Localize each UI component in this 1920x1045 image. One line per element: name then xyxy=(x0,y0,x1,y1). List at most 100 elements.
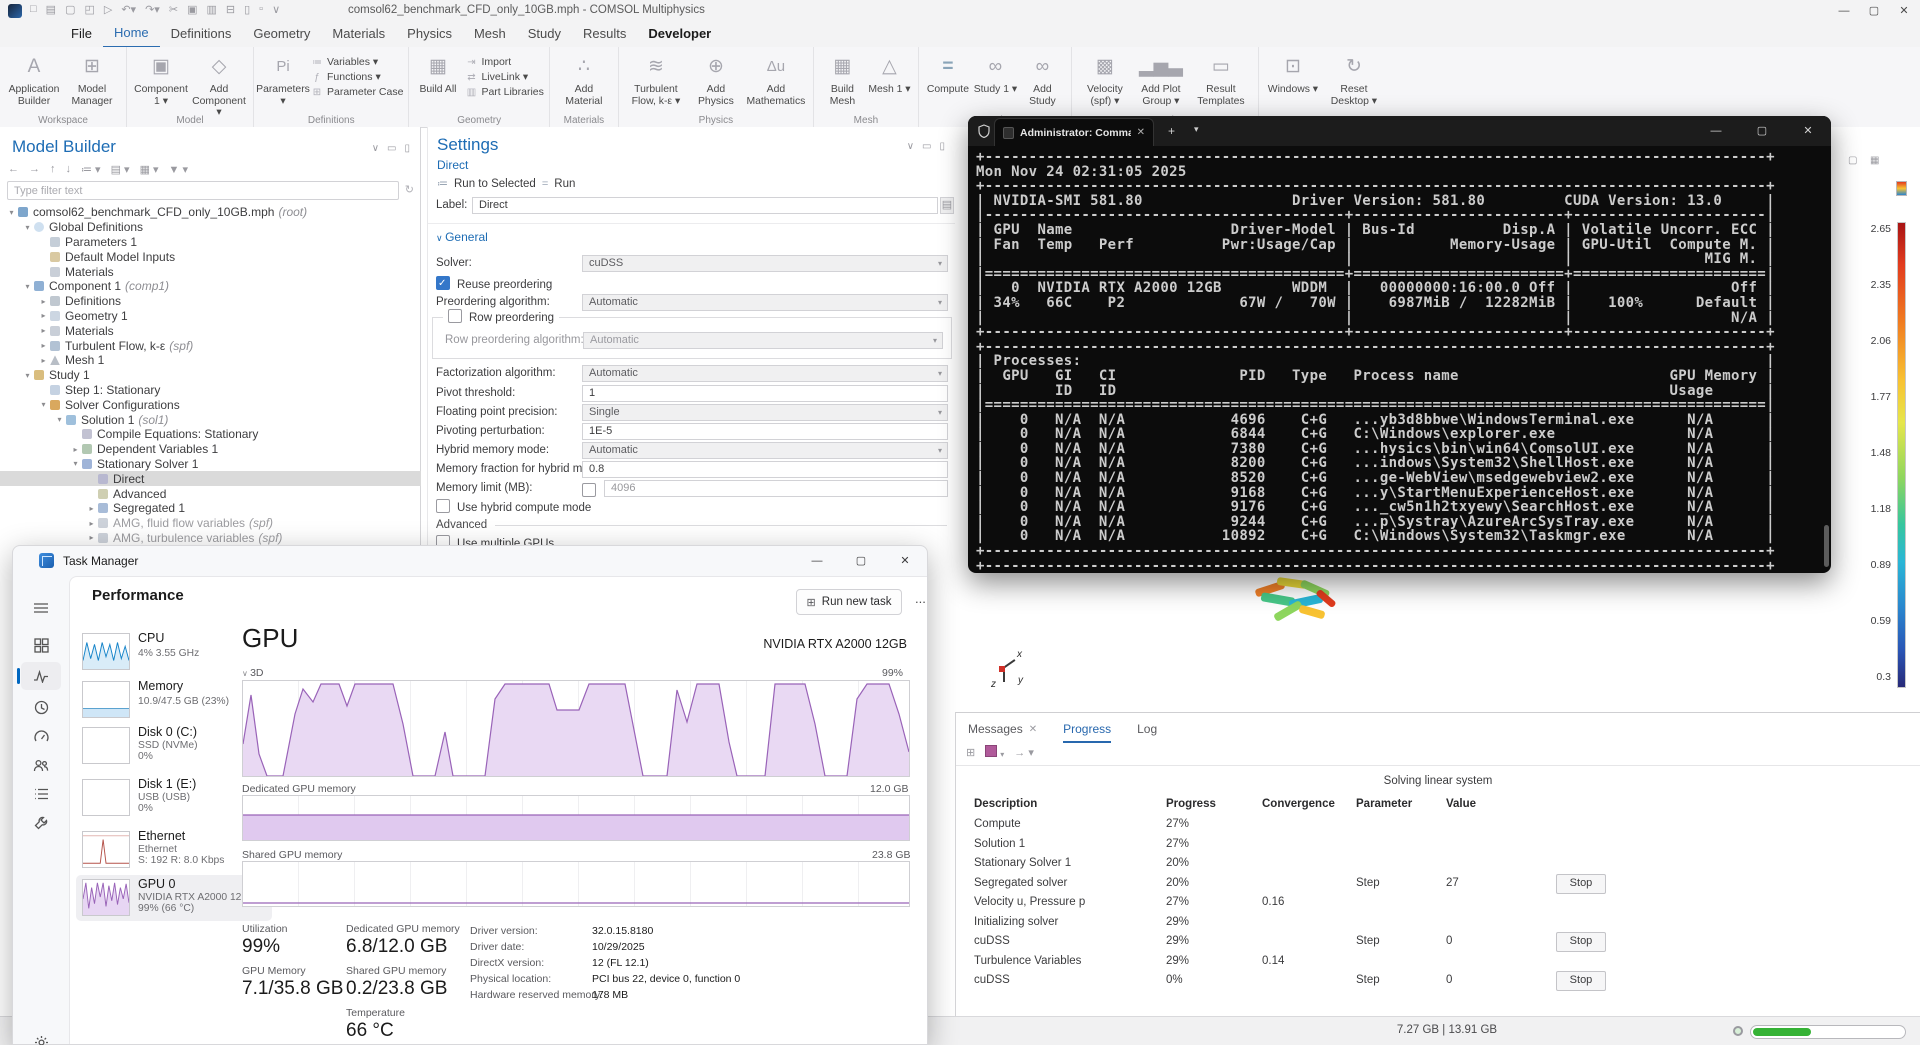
model-manager-button[interactable]: Model Manager xyxy=(63,51,121,107)
minimize-button[interactable] xyxy=(1830,0,1858,22)
task-manager-titlebar[interactable]: Task Manager xyxy=(13,546,927,576)
show-options-icon[interactable] xyxy=(81,163,101,176)
section-general[interactable]: General xyxy=(436,229,488,246)
tree-item-step-1-stationary[interactable]: Step 1: Stationary xyxy=(0,383,421,398)
memory-fraction-input[interactable]: 0.8 xyxy=(582,461,948,478)
run-to-selected-button[interactable]: Run to Selected xyxy=(454,178,536,190)
tree-filter-input[interactable] xyxy=(7,181,399,200)
windows-button[interactable]: Windows ▾ xyxy=(1264,51,1322,96)
filter-icon[interactable] xyxy=(169,163,188,176)
move-down-icon[interactable] xyxy=(66,163,72,176)
save-icon[interactable] xyxy=(65,3,75,16)
tree-item-solution-1[interactable]: Solution 1(sol1) xyxy=(0,412,421,427)
tree-item-direct[interactable]: Direct xyxy=(0,471,421,487)
terminal-maximize-button[interactable] xyxy=(1739,116,1785,146)
factorization-algorithm-dropdown[interactable]: Automatic xyxy=(582,365,948,382)
graphics-toolbar-icon-1[interactable] xyxy=(1848,155,1857,166)
use-hybrid-compute-checkbox[interactable]: Use hybrid compute mode xyxy=(436,499,591,516)
mesh-1-button[interactable]: Mesh 1 ▾ xyxy=(866,51,913,96)
hybrid-memory-mode-dropdown[interactable]: Automatic xyxy=(582,442,948,459)
cut-icon[interactable] xyxy=(169,3,178,16)
tree-item-materials-global[interactable]: Materials xyxy=(0,264,421,279)
label-options-button[interactable] xyxy=(940,197,954,214)
stop-button[interactable]: Stop xyxy=(1556,932,1606,952)
row-preordering-algorithm-dropdown[interactable]: Automatic xyxy=(583,332,943,349)
tab-results[interactable]: Results xyxy=(572,22,637,47)
tree-item-geometry-1[interactable]: Geometry 1 xyxy=(0,309,421,324)
tree-item-study-1[interactable]: Study 1 xyxy=(0,368,421,383)
add-component-button[interactable]: Add Component ▾ xyxy=(190,51,248,119)
terminal-minimize-button[interactable] xyxy=(1693,116,1739,146)
functions-button[interactable]: Functions ▾ xyxy=(311,71,403,83)
tree-item-compile-equations[interactable]: Compile Equations: Stationary xyxy=(0,427,421,442)
tree-item-solver-configurations[interactable]: Solver Configurations xyxy=(0,397,421,412)
compute-button[interactable]: Compute xyxy=(924,51,972,96)
rail-details[interactable] xyxy=(21,780,61,808)
tab-physics[interactable]: Physics xyxy=(396,22,463,47)
rail-performance[interactable] xyxy=(17,662,61,690)
tab-progress[interactable]: Progress xyxy=(1063,717,1112,743)
collapse-panel-icon[interactable] xyxy=(907,141,914,152)
tm-minimize-button[interactable] xyxy=(795,546,839,576)
tree-item-advanced[interactable]: Advanced xyxy=(0,486,421,501)
import-button[interactable]: Import xyxy=(465,56,543,68)
velocity-spf-button[interactable]: Velocity (spf) ▾ xyxy=(1077,51,1133,107)
delete-icon[interactable] xyxy=(244,3,250,16)
tab-developer[interactable]: Developer xyxy=(637,22,722,47)
close-tab-icon[interactable] xyxy=(1137,127,1145,138)
stop-button[interactable]: Stop xyxy=(1556,971,1606,991)
tab-study[interactable]: Study xyxy=(517,22,572,47)
tree-item-stationary-solver-1[interactable]: Stationary Solver 1 xyxy=(0,457,421,472)
tm-maximize-button[interactable] xyxy=(839,546,883,576)
collapse-all-icon[interactable] xyxy=(111,163,130,176)
graphics-toolbar-icon-2[interactable] xyxy=(1870,155,1879,166)
add-physics-button[interactable]: Add Physics xyxy=(688,51,744,107)
parameters-button[interactable]: Parameters ▾ xyxy=(256,51,310,107)
rail-users[interactable] xyxy=(21,751,61,779)
undo-icon[interactable] xyxy=(121,3,136,16)
tree-item-materials-comp[interactable]: Materials xyxy=(0,323,421,338)
tree-item-global-definitions[interactable]: Global Definitions xyxy=(0,220,421,235)
tab-definitions[interactable]: Definitions xyxy=(160,22,243,47)
tree-item-segregated-1[interactable]: Segregated 1 xyxy=(0,501,421,516)
tree-item-turbulent-flow[interactable]: Turbulent Flow, k-ε(spf) xyxy=(0,338,421,353)
memory-limit-checkbox[interactable] xyxy=(582,483,596,497)
label-field-input[interactable]: Direct xyxy=(472,197,938,214)
float-panel-icon[interactable] xyxy=(922,141,931,152)
tree-item-mesh-1[interactable]: Mesh 1 xyxy=(0,353,421,368)
settings-icon[interactable] xyxy=(259,3,263,16)
terminal-close-button[interactable] xyxy=(1785,116,1831,146)
redo-icon[interactable] xyxy=(145,3,160,16)
row-preordering-checkbox[interactable]: Row preordering xyxy=(443,309,560,324)
collapse-panel-icon[interactable] xyxy=(372,143,379,154)
tree-item-parameters-1[interactable]: Parameters 1 xyxy=(0,235,421,250)
study-1-button[interactable]: Study 1 ▾ xyxy=(972,51,1019,96)
maximize-button[interactable] xyxy=(1860,0,1888,22)
terminal-titlebar[interactable]: Administrator: Command Pro xyxy=(968,116,1831,146)
new-file-icon[interactable] xyxy=(30,3,37,16)
add-mathematics-button[interactable]: Add Mathematics xyxy=(744,51,808,107)
application-builder-button[interactable]: Application Builder xyxy=(5,51,63,107)
add-study-button[interactable]: Add Study xyxy=(1019,51,1066,107)
tab-file[interactable]: File xyxy=(60,22,103,47)
build-mesh-button[interactable]: Build Mesh xyxy=(819,51,866,107)
reuse-preordering-checkbox[interactable]: Reuse preordering xyxy=(436,275,552,293)
tab-geometry[interactable]: Geometry xyxy=(242,22,321,47)
pivot-threshold-input[interactable]: 1 xyxy=(582,385,948,402)
plot-while-solving-icon[interactable] xyxy=(985,745,1004,760)
rail-app-history[interactable] xyxy=(21,693,61,721)
add-plot-group-button[interactable]: Add Plot Group ▾ xyxy=(1133,51,1189,107)
legend-icon[interactable] xyxy=(1896,181,1907,196)
paste-icon[interactable] xyxy=(206,3,216,16)
tree-item-amg-fluid-flow[interactable]: AMG, fluid flow variables(spf) xyxy=(0,516,421,531)
run-button[interactable]: Run xyxy=(554,178,575,190)
move-progress-icon[interactable] xyxy=(1014,746,1034,759)
part-libraries-button[interactable]: Part Libraries xyxy=(465,86,543,98)
chart1-label[interactable]: 3D xyxy=(242,667,264,679)
close-messages-icon[interactable] xyxy=(1029,724,1037,735)
floating-point-precision-dropdown[interactable]: Single xyxy=(582,404,948,421)
stop-button[interactable]: Stop xyxy=(1556,874,1606,894)
tab-log[interactable]: Log xyxy=(1137,717,1157,741)
pin-panel-icon[interactable] xyxy=(404,143,410,154)
customize-qat-icon[interactable] xyxy=(272,3,280,16)
